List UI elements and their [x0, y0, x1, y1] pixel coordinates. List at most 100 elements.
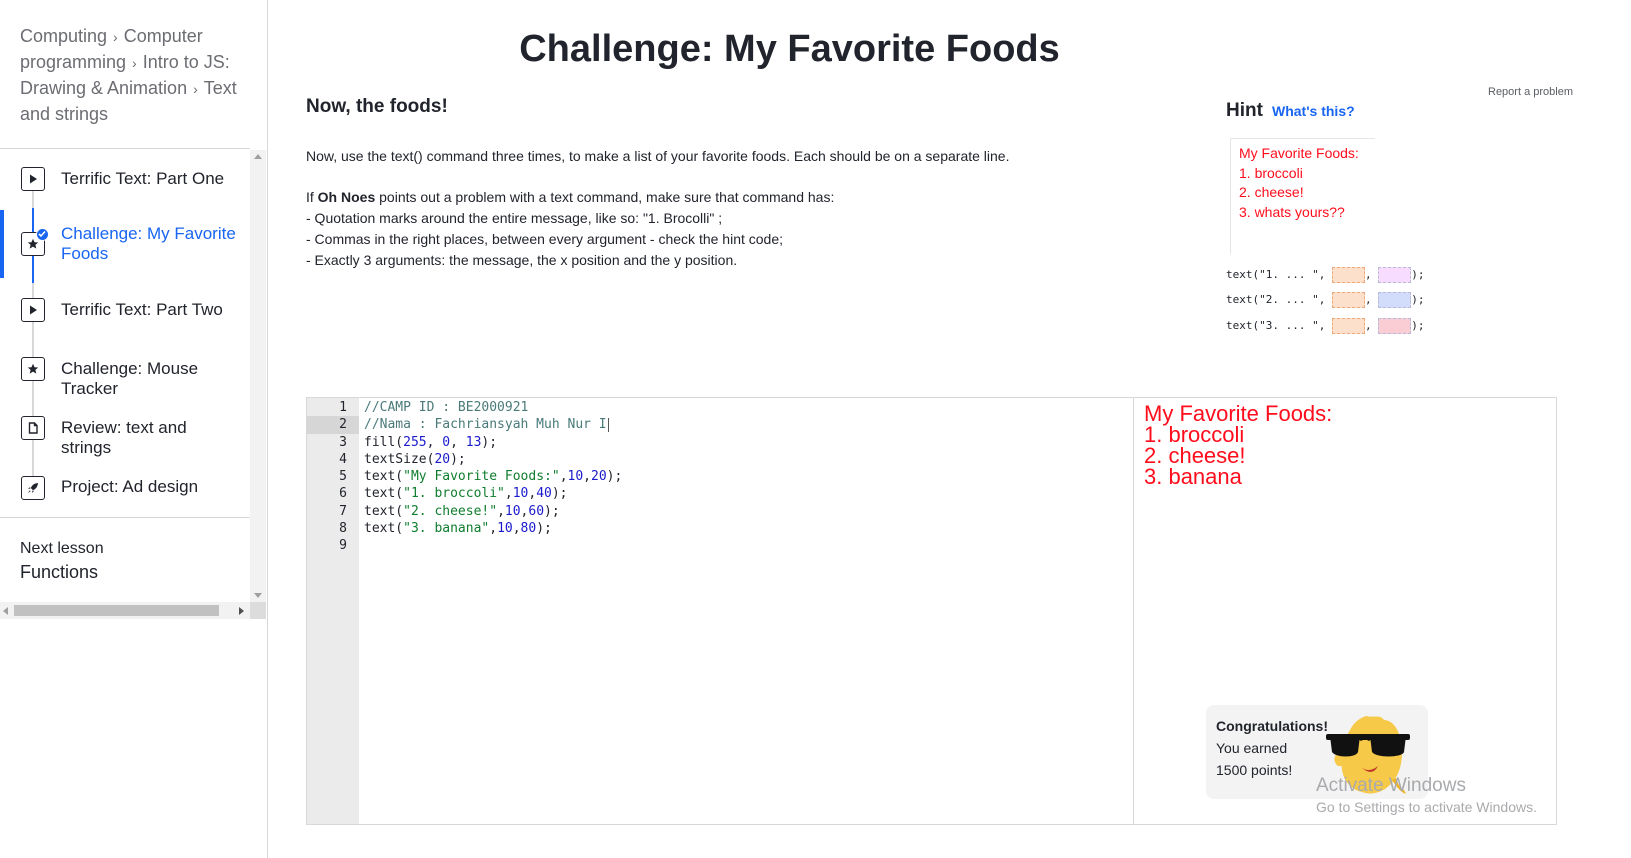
breadcrumb-separator: ›	[113, 29, 118, 45]
sidebar-vertical-scrollbar[interactable]	[250, 150, 266, 602]
scroll-left-icon[interactable]	[3, 607, 8, 615]
next-lesson-title: Functions	[20, 562, 99, 582]
lesson-label: Review: text and strings	[61, 418, 187, 457]
line-number: 5	[339, 469, 347, 485]
text-cursor	[607, 417, 609, 432]
code-line[interactable]: 5 text("My Favorite Foods:",10,20);	[307, 468, 1133, 485]
hint-code-sep: ,	[1364, 319, 1379, 332]
hint-blank-y[interactable]	[1378, 267, 1412, 283]
scroll-right-icon[interactable]	[239, 607, 244, 615]
sidebar-horizontal-scrollbar[interactable]	[0, 602, 250, 619]
code-lines[interactable]: 1 //CAMP ID : BE2000921 2 //Nama : Fachrian…	[307, 399, 1133, 555]
line-number: 4	[339, 451, 347, 467]
hint-blank-x[interactable]	[1331, 318, 1365, 334]
hint-code-sep: ,	[1364, 268, 1379, 281]
hint-title: Hint	[1226, 100, 1263, 121]
next-lesson-link[interactable]: Next lesson Functions	[20, 540, 104, 583]
congrats-message: You earned 1500 points!	[1216, 740, 1293, 778]
hint-code-line: text("1. ... ", , );	[1226, 266, 1424, 284]
lesson-item-challenge-my-favorite-foods[interactable]: Challenge: My Favorite Foods	[0, 220, 250, 286]
lesson-label: Project: Ad design	[61, 477, 199, 496]
lesson-item-terrific-text-part-two[interactable]: Terrific Text: Part Two	[0, 296, 250, 346]
checklist-item: - Commas in the right places, between ev…	[306, 231, 784, 247]
hint-blank-x[interactable]	[1331, 267, 1365, 283]
hint-preview-line: 3. whats yours??	[1239, 203, 1345, 220]
hint-preview-line: 1. broccoli	[1239, 164, 1303, 181]
lesson-list: Terrific Text: Part One Challenge: My Fa…	[0, 150, 250, 518]
code-line[interactable]: 9	[307, 537, 1133, 554]
hint-preview: My Favorite Foods: 1. broccoli 2. cheese…	[1230, 138, 1375, 254]
hint-code-suffix: );	[1411, 293, 1425, 306]
whats-this-link[interactable]: What's this?	[1272, 103, 1355, 119]
lesson-label: Challenge: Mouse Tracker	[61, 359, 199, 398]
hint-blank-y[interactable]	[1378, 318, 1412, 334]
lesson-item-project-ad-design[interactable]: Project: Ad design	[0, 473, 250, 523]
hint-preview-line: 2. cheese!	[1239, 184, 1304, 200]
code-text[interactable]: //Nama : Fachriansyah Muh Nur I	[364, 416, 609, 433]
star-icon	[21, 357, 45, 381]
line-number: 2	[307, 416, 359, 434]
hint-code-suffix: );	[1411, 319, 1425, 332]
checklist-item: - Quotation marks around the entire mess…	[306, 210, 723, 226]
code-line[interactable]: 3 fill(255, 0, 13);	[307, 434, 1133, 451]
code-text[interactable]: text("1. broccoli",10,40);	[364, 485, 568, 502]
hint-code-line: text("3. ... ", , );	[1226, 317, 1424, 335]
activate-windows-title: Activate Windows	[1316, 775, 1466, 796]
activate-windows-subtitle: Go to Settings to activate Windows.	[1316, 799, 1537, 815]
section-heading: Now, the foods!	[306, 96, 448, 117]
lesson-item-review-text-and-strings[interactable]: Review: text and strings	[0, 414, 250, 464]
breadcrumb: Computing › Computer programming › Intro to …	[20, 24, 260, 127]
code-text[interactable]: textSize(20);	[364, 451, 466, 468]
hint-blank-y[interactable]	[1378, 292, 1412, 308]
code-line[interactable]: 2 //Nama : Fachriansyah Muh Nur I	[307, 416, 1133, 434]
code-line[interactable]: 8 text("3. banana",10,80);	[307, 520, 1133, 537]
lesson-label: Terrific Text: Part Two	[61, 300, 223, 319]
breadcrumb-separator: ›	[132, 55, 137, 71]
instruction-text: Now, use the text() command three times,…	[306, 148, 1010, 164]
hint-code-sep: ,	[1364, 293, 1379, 306]
code-line[interactable]: 4 textSize(20);	[307, 451, 1133, 468]
sidebar-divider	[0, 148, 250, 149]
play-icon	[21, 298, 45, 322]
code-line[interactable]: 6 text("1. broccoli",10,40);	[307, 485, 1133, 502]
rocket-icon	[21, 476, 45, 500]
code-text[interactable]: //CAMP ID : BE2000921	[364, 399, 528, 416]
line-number: 7	[339, 503, 347, 519]
document-icon	[21, 416, 45, 440]
hint-code-prefix: text("3. ... ",	[1226, 319, 1332, 332]
hint-code-prefix: text("2. ... ",	[1226, 293, 1332, 306]
instruction-prefix: If	[306, 189, 318, 205]
code-text[interactable]: text("3. banana",10,80);	[364, 520, 552, 537]
sidebar-divider	[0, 517, 250, 518]
scrollbar-corner	[250, 602, 266, 619]
line-number: 1	[339, 400, 347, 415]
hint-code-line: text("2. ... ", , );	[1226, 291, 1424, 309]
scroll-down-icon[interactable]	[254, 593, 262, 598]
sidebar: Computing › Computer programming › Intro to …	[0, 0, 268, 858]
code-editor[interactable]: 1 //CAMP ID : BE2000921 2 //Nama : Fachrian…	[306, 397, 1133, 825]
completed-check-icon	[36, 228, 49, 241]
line-number: 3	[339, 434, 347, 450]
line-number: 9	[339, 538, 347, 554]
code-line[interactable]: 1 //CAMP ID : BE2000921	[307, 399, 1133, 416]
next-lesson-caption: Next lesson	[20, 540, 104, 557]
output-text-line: 3. banana	[1144, 464, 1242, 489]
breadcrumb-computing[interactable]: Computing	[20, 26, 107, 46]
scrollbar-thumb[interactable]	[14, 605, 219, 616]
breadcrumb-separator: ›	[193, 81, 198, 97]
play-icon	[21, 167, 45, 191]
page-title: Challenge: My Favorite Foods	[519, 28, 1060, 70]
hint-blank-x[interactable]	[1331, 292, 1365, 308]
code-text[interactable]: text("My Favorite Foods:",10,20);	[364, 468, 622, 485]
code-text[interactable]: fill(255, 0, 13);	[364, 434, 497, 451]
lesson-item-terrific-text-part-one[interactable]: Terrific Text: Part One	[0, 164, 250, 214]
lesson-label: Challenge: My Favorite Foods	[61, 224, 236, 263]
code-line[interactable]: 7 text("2. cheese!",10,60);	[307, 503, 1133, 520]
lesson-item-challenge-mouse-tracker[interactable]: Challenge: Mouse Tracker	[0, 355, 250, 405]
report-problem-link[interactable]: Report a problem	[1488, 86, 1573, 98]
code-text[interactable]: text("2. cheese!",10,60);	[364, 503, 560, 520]
line-number: 8	[339, 521, 347, 537]
lesson-label: Terrific Text: Part One	[61, 169, 225, 188]
oh-noes-label: Oh Noes	[317, 189, 376, 205]
scroll-up-icon[interactable]	[254, 154, 262, 159]
